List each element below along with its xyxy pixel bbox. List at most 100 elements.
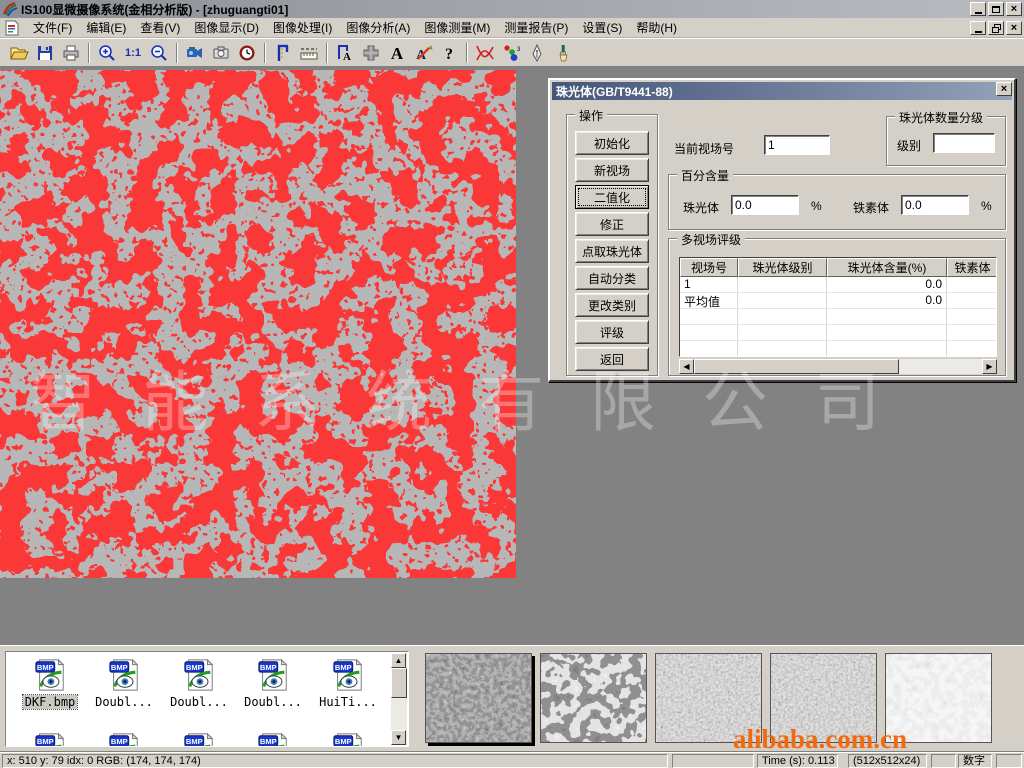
- return-button[interactable]: 返回: [575, 347, 649, 371]
- phase-particles-button[interactable]: 3: [498, 41, 524, 65]
- menu-help[interactable]: 帮助(H): [629, 17, 684, 38]
- svg-text:3: 3: [517, 47, 521, 53]
- print-icon: [61, 43, 81, 63]
- menu-file[interactable]: 文件(F): [26, 17, 79, 38]
- thumbnail-3[interactable]: [655, 653, 762, 743]
- scroll-thumb[interactable]: [391, 668, 407, 698]
- bmp-file-icon: [331, 730, 365, 747]
- video-camera-icon: [185, 43, 205, 63]
- scroll-left-arrow[interactable]: ◀: [679, 359, 694, 374]
- actual-size-button[interactable]: 1:1: [120, 41, 146, 65]
- menu-image-analysis[interactable]: 图像分析(A): [339, 17, 417, 38]
- bottom-panel: DKF.bmp Doubl... Doubl... Doubl... HuiTi…: [0, 645, 1024, 751]
- current-view-input[interactable]: [764, 135, 830, 155]
- file-item[interactable]: [14, 730, 86, 747]
- initialize-button[interactable]: 初始化: [575, 131, 649, 155]
- pearlite-unit: %: [811, 199, 822, 213]
- grade-button[interactable]: 评级: [575, 320, 649, 344]
- file-item[interactable]: [163, 730, 235, 747]
- file-list-scrollbar[interactable]: ▲ ▼: [391, 653, 407, 745]
- zoom-in-button[interactable]: [94, 41, 120, 65]
- file-item[interactable]: Doubl...: [163, 656, 235, 709]
- close-button[interactable]: ×: [1006, 2, 1022, 16]
- file-name: HuiTi...: [317, 695, 379, 709]
- pen-icon: [527, 43, 547, 63]
- thumbnail-5[interactable]: [885, 653, 992, 743]
- maximize-button[interactable]: [988, 2, 1004, 16]
- timer-button[interactable]: [234, 41, 260, 65]
- pen-button[interactable]: [524, 41, 550, 65]
- toolbar-separator: [88, 43, 90, 63]
- file-item[interactable]: Doubl...: [88, 656, 160, 709]
- correct-button[interactable]: 修正: [575, 212, 649, 236]
- mdi-close-button[interactable]: ×: [1006, 21, 1022, 35]
- change-class-button[interactable]: 更改类别: [575, 293, 649, 317]
- cursor-position-field: x: 510 y: 79 idx: 0 RGB: (174, 174, 174): [2, 754, 668, 768]
- ruler-icon: [299, 43, 319, 63]
- grid-cross-button[interactable]: [358, 41, 384, 65]
- table-row[interactable]: 1 0.0: [680, 277, 996, 293]
- open-button[interactable]: [6, 41, 32, 65]
- ferrite-percent-input[interactable]: [901, 195, 969, 215]
- dialog-title-bar[interactable]: 珠光体(GB/T9441-88): [552, 82, 1012, 100]
- mdi-minimize-button[interactable]: [970, 21, 986, 35]
- document-icon: [4, 20, 20, 36]
- table-row[interactable]: 平均值 0.0: [680, 293, 996, 309]
- file-item[interactable]: DKF.bmp: [14, 656, 86, 709]
- current-view-label: 当前视场号: [674, 140, 734, 157]
- bmp-file-icon: [331, 656, 365, 694]
- file-item[interactable]: [237, 730, 309, 747]
- multiview-group: 多视场评级 视场号 珠光体级别 珠光体含量(%) 铁素体 1 0.0: [668, 238, 1006, 376]
- level-input[interactable]: [933, 133, 995, 153]
- help-button[interactable]: ?: [436, 41, 462, 65]
- menu-image-measure[interactable]: 图像测量(M): [417, 17, 497, 38]
- text-button[interactable]: A: [384, 41, 410, 65]
- auto-classify-button[interactable]: 自动分类: [575, 266, 649, 290]
- thumbnail-4[interactable]: [770, 653, 877, 743]
- pick-pearlite-button[interactable]: 点取珠光体: [575, 239, 649, 263]
- file-item[interactable]: HuiTi...: [312, 656, 384, 709]
- scroll-down-arrow[interactable]: ▼: [391, 730, 406, 745]
- scroll-right-arrow[interactable]: ▶: [982, 359, 997, 374]
- file-item[interactable]: [88, 730, 160, 747]
- file-item[interactable]: Doubl...: [237, 656, 309, 709]
- annotate-button[interactable]: A: [410, 41, 436, 65]
- camera-capture-button[interactable]: [208, 41, 234, 65]
- scroll-up-arrow[interactable]: ▲: [391, 653, 406, 668]
- menu-image-process[interactable]: 图像处理(I): [266, 17, 339, 38]
- menu-settings[interactable]: 设置(S): [575, 17, 629, 38]
- file-name: Doubl...: [168, 695, 230, 709]
- zoom-in-icon: [97, 43, 117, 63]
- measure-label-button[interactable]: A: [332, 41, 358, 65]
- grading-group: 珠光体数量分级 级别: [886, 116, 1006, 166]
- menu-view[interactable]: 查看(V): [133, 17, 187, 38]
- bmp-file-icon: [182, 656, 216, 694]
- new-view-button[interactable]: 新视场: [575, 158, 649, 182]
- minimize-button[interactable]: [970, 2, 986, 16]
- mdi-restore-button[interactable]: [988, 21, 1004, 35]
- dialog-close-button[interactable]: ×: [996, 82, 1012, 96]
- thumbnail-2[interactable]: [540, 653, 647, 743]
- binarize-button[interactable]: 二值化: [575, 185, 649, 209]
- pearlite-percent-input[interactable]: [731, 195, 799, 215]
- thumbnail-1[interactable]: [425, 653, 532, 743]
- menu-report[interactable]: 测量报告(P): [497, 17, 575, 38]
- print-button[interactable]: [58, 41, 84, 65]
- spline-curves-icon: [474, 43, 496, 63]
- brush-button[interactable]: [550, 41, 576, 65]
- ruler-button[interactable]: [296, 41, 322, 65]
- menu-image-display[interactable]: 图像显示(D): [187, 17, 266, 38]
- multiview-table[interactable]: 视场号 珠光体级别 珠光体含量(%) 铁素体 1 0.0 平均值: [679, 257, 997, 357]
- video-capture-button[interactable]: [182, 41, 208, 65]
- spline-measure-button[interactable]: [472, 41, 498, 65]
- file-item[interactable]: [312, 730, 384, 747]
- scroll-thumb[interactable]: [694, 359, 899, 374]
- menu-edit[interactable]: 编辑(E): [79, 17, 133, 38]
- pearlite-label: 珠光体: [683, 199, 719, 216]
- metallograph-image[interactable]: [0, 70, 516, 578]
- caliper-button[interactable]: [270, 41, 296, 65]
- zoom-out-button[interactable]: [146, 41, 172, 65]
- save-button[interactable]: [32, 41, 58, 65]
- svg-text:?: ?: [445, 46, 453, 63]
- table-hscrollbar[interactable]: ◀ ▶: [679, 359, 997, 374]
